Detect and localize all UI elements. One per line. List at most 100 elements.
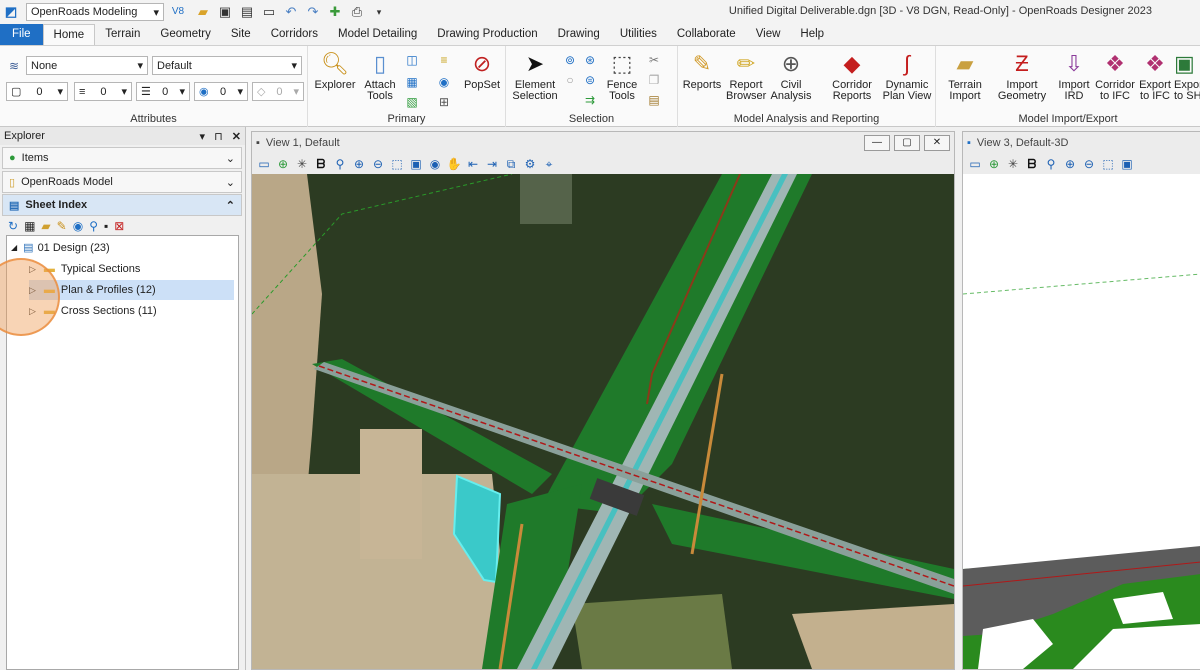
priority-select[interactable]: ◇ 0 ▾ [252, 82, 304, 101]
view-attributes-icon[interactable]: ▭ [967, 157, 983, 171]
tab-site[interactable]: Site [221, 24, 261, 45]
new-file-icon[interactable]: ▭ [261, 4, 277, 20]
plan-view-canvas[interactable] [252, 174, 954, 669]
report-browser-button[interactable]: ✏ Report Browser [726, 50, 766, 102]
close-button[interactable]: ✕ [924, 135, 950, 151]
zoom-out-icon[interactable]: ⊖ [370, 157, 386, 171]
tab-collaborate[interactable]: Collaborate [667, 24, 746, 45]
view-settings-icon[interactable]: ⚙ [522, 157, 538, 171]
selection-move-icon[interactable]: ⇉ [582, 92, 598, 108]
corridor-to-ifc-button[interactable]: ❖ Corridor to IFC [1094, 50, 1136, 102]
view-next-icon[interactable]: ⇥ [484, 157, 500, 171]
pan-view-icon[interactable]: ✋ [446, 157, 462, 171]
levels-icon[interactable]: ≡ [436, 52, 452, 68]
key-in-icon[interactable]: ◉ [436, 74, 452, 90]
tab-help[interactable]: Help [790, 24, 834, 45]
undo-icon[interactable]: ↶ [283, 4, 299, 20]
redo-icon[interactable]: ↷ [305, 4, 321, 20]
delete-icon[interactable]: ⊠ [114, 219, 124, 235]
bing-icon[interactable]: ᗷ [313, 157, 329, 172]
color-select[interactable]: ▢ 0 ▾ [6, 82, 68, 101]
tab-drawing[interactable]: Drawing [548, 24, 610, 45]
window-area-icon[interactable]: ⬚ [389, 157, 405, 171]
reports-button[interactable]: ✎ Reports [682, 50, 722, 91]
rotate-view-icon[interactable]: ◉ [427, 157, 443, 171]
update-view-icon[interactable]: ⚲ [1043, 157, 1059, 171]
tab-terrain[interactable]: Terrain [95, 24, 150, 45]
window-area-icon[interactable]: ⬚ [1100, 157, 1116, 171]
camera-icon[interactable]: ⌖ [541, 157, 557, 172]
zoom-in-icon[interactable]: ⊕ [351, 157, 367, 171]
deselect-icon[interactable]: ○ [562, 72, 578, 88]
v8-workspace-icon[interactable]: V8 [167, 4, 189, 20]
text-style-select[interactable]: Default ▾ [152, 56, 302, 75]
tab-file[interactable]: File [0, 24, 43, 45]
close-icon[interactable]: ✕ [232, 131, 241, 143]
copy-icon[interactable]: ❐ [646, 72, 662, 88]
linestyle-select[interactable]: ☰ 0 ▾ [136, 82, 190, 101]
view-attributes-icon[interactable]: ▭ [256, 157, 272, 171]
weight-select[interactable]: ≡ 0 ▾ [74, 82, 132, 101]
explorer-button[interactable]: 🔍︎ Explorer [314, 50, 356, 91]
zoom-out-icon[interactable]: ⊖ [1081, 157, 1097, 171]
paste-icon[interactable]: ▤ [646, 92, 662, 108]
select-by-attributes-icon[interactable]: ⊛ [582, 52, 598, 68]
pin-icon[interactable]: ⊓ [214, 131, 223, 143]
lighting-icon[interactable]: ✳ [1005, 157, 1021, 171]
save-icon[interactable]: ▣ [217, 4, 233, 20]
tree-node-root[interactable]: ◢ ▤ 01 Design (23) [11, 238, 236, 258]
fence-tools-button[interactable]: ⬚ Fence Tools [602, 50, 642, 102]
tree-node-typical-sections[interactable]: ▷ ▬ Typical Sections [29, 259, 234, 279]
level-manager-icon[interactable]: ◫ [404, 52, 420, 68]
section-sheet-index[interactable]: ▤ Sheet Index ⌃ [2, 194, 242, 216]
section-openroads-model[interactable]: ▯ OpenRoads Model ⌄ [2, 171, 242, 193]
edit-icon[interactable]: ✎ [57, 219, 67, 235]
display-style-icon[interactable]: ⊕ [986, 157, 1002, 171]
sheet-properties-icon[interactable]: ▦ [24, 219, 35, 235]
folder-add-icon[interactable]: ▰ [41, 219, 50, 235]
level-select[interactable]: None ▾ [26, 56, 148, 75]
tab-geometry[interactable]: Geometry [150, 24, 221, 45]
pin-icon[interactable]: ✚ [327, 4, 343, 20]
models-icon[interactable]: ▧ [404, 94, 420, 110]
copy-view-icon[interactable]: ⧉ [503, 157, 519, 172]
panel-menu-icon[interactable]: ▾ [200, 131, 206, 143]
maximize-button[interactable]: ▢ [894, 135, 920, 151]
search-icon[interactable]: ⚲ [89, 219, 98, 235]
attach-tools-button[interactable]: ▯ Attach Tools [360, 50, 400, 102]
tasks-icon[interactable]: ⊞ [436, 94, 452, 110]
tab-model-detailing[interactable]: Model Detailing [328, 24, 427, 45]
expanded-icon[interactable]: ◢ [11, 238, 17, 258]
tree-node-cross-sections[interactable]: ▷ ▬ Cross Sections (11) [29, 301, 234, 321]
globe-icon[interactable]: ◉ [73, 219, 83, 235]
terrain-import-button[interactable]: ▰ Terrain Import [940, 50, 990, 102]
select-linked-icon[interactable]: ⊜ [582, 72, 598, 88]
zoom-in-icon[interactable]: ⊕ [1062, 157, 1078, 171]
customize-quick-access-icon[interactable]: ▾ [371, 4, 387, 20]
references-icon[interactable]: ▦ [404, 74, 420, 90]
select-all-icon[interactable]: ⊚ [562, 52, 578, 68]
tab-view[interactable]: View [746, 24, 791, 45]
view-previous-icon[interactable]: ⇤ [465, 157, 481, 171]
import-geometry-button[interactable]: Ƶ Import Geometry [994, 50, 1050, 102]
corridor-reports-button[interactable]: ◆ Corridor Reports [824, 50, 880, 102]
export-to-ifc-button[interactable]: ❖ Export to IFC [1136, 50, 1174, 102]
print-icon[interactable]: ⎙ [349, 4, 365, 20]
refresh-icon[interactable]: ↻ [8, 219, 18, 235]
dynamic-plan-view-button[interactable]: ∫ Dynamic Plan View [882, 50, 932, 102]
popset-button[interactable]: ⊘ PopSet [462, 50, 502, 91]
tab-utilities[interactable]: Utilities [610, 24, 667, 45]
tab-home[interactable]: Home [42, 24, 96, 45]
import-ird-button[interactable]: ⇩ Import IRD [1054, 50, 1094, 102]
display-style-icon[interactable]: ⊕ [275, 157, 291, 171]
workflow-select[interactable]: OpenRoads Modeling ▾ [26, 3, 164, 21]
export-to-sh-button[interactable]: ▣ Export to SH [1174, 50, 1200, 102]
update-view-icon[interactable]: ⚲ [332, 157, 348, 171]
tab-corridors[interactable]: Corridors [261, 24, 328, 45]
bing-icon[interactable]: ᗷ [1024, 157, 1040, 172]
minimize-button[interactable]: — [864, 135, 890, 151]
transparency-select[interactable]: ◉ 0 ▾ [194, 82, 248, 101]
3d-view-canvas[interactable] [963, 174, 1200, 669]
save-settings-icon[interactable]: ▤ [239, 4, 255, 20]
open-folder-icon[interactable]: ▰ [195, 4, 211, 20]
